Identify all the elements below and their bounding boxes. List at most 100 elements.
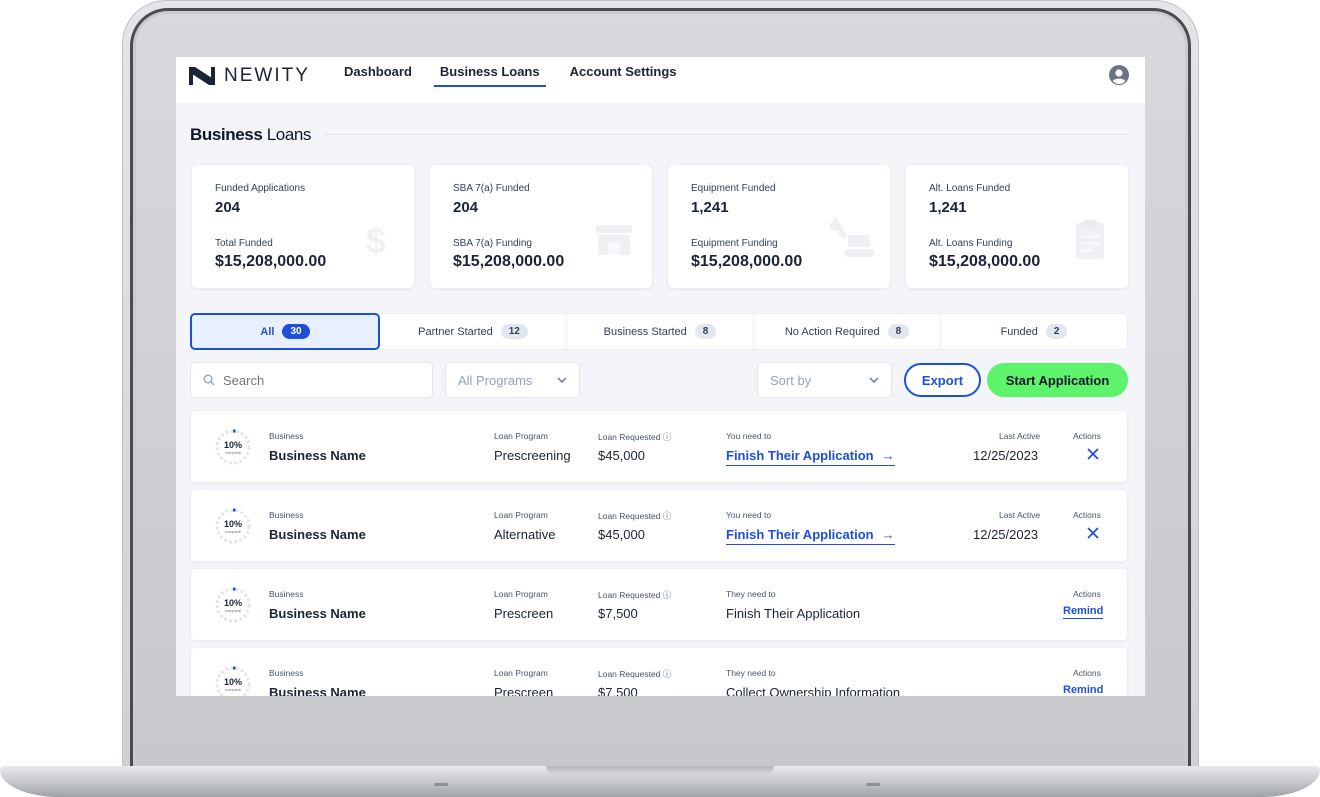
main-nav: Dashboard Business Loans Account Setting… [344, 57, 677, 103]
storefront-icon [596, 225, 632, 255]
info-icon: ⓘ [662, 511, 672, 521]
stat-card-alt-loans: Alt. Loans Funded 1,241 Alt. Loans Fundi… [905, 164, 1129, 289]
brand-logo[interactable]: NEWITY [189, 65, 310, 86]
tab-count-badge: 12 [500, 324, 528, 339]
stat-label: Alt. Loans Funding [929, 238, 1013, 249]
arrow-right-icon: → [881, 448, 895, 463]
tab-partner-started[interactable]: Partner Started 12 [380, 314, 567, 349]
progress-subtext: complete [224, 687, 242, 692]
finish-application-link[interactable]: Finish Their Application → [726, 448, 895, 466]
stat-card-equipment: Equipment Funded 1,241 Equipment Funding… [667, 164, 891, 289]
tab-label: Business Started [603, 325, 687, 338]
tab-count-badge: 8 [694, 324, 717, 339]
col-label-last-active: Last Active [999, 431, 1041, 441]
stat-value: 1,241 [929, 199, 967, 216]
nav-dashboard[interactable]: Dashboard [344, 57, 412, 87]
stat-amount: $15,208,000.00 [215, 253, 327, 270]
col-label-text: Loan Requested [598, 511, 661, 521]
col-label-actions: Actions [1073, 589, 1101, 599]
search-icon [203, 374, 215, 386]
table-row: 10% complete Business Business Name Loan… [190, 568, 1128, 641]
loan-program: Alternative [494, 527, 556, 542]
stat-card-total: Funded Applications 204 Total Funded $15… [191, 164, 415, 289]
start-application-button[interactable]: Start Application [987, 363, 1128, 397]
laptop-notch [546, 766, 774, 775]
programs-select-value: All Programs [458, 372, 533, 388]
col-label-requested: Loan Requested ⓘ [598, 589, 671, 601]
stat-label: Alt. Loans Funded [929, 183, 1011, 194]
table-row: 10% complete Business Business Name Loan… [190, 410, 1128, 483]
tab-count-badge: 8 [887, 324, 910, 339]
col-label-text: Loan Requested [598, 669, 661, 679]
col-label-requested: Loan Requested ⓘ [598, 431, 671, 443]
newity-logo-icon [189, 67, 215, 85]
finish-application-link[interactable]: Finish Their Application → [726, 527, 895, 545]
loan-program: Prescreen [494, 685, 554, 696]
need-label: You need to [726, 510, 772, 520]
stat-value: 204 [453, 199, 479, 216]
business-name: Business Name [269, 685, 366, 696]
col-label-program: Loan Program [494, 510, 548, 520]
tab-no-action-required[interactable]: No Action Required 8 [754, 314, 941, 349]
laptop-foot [866, 783, 880, 786]
clipboard-icon [1076, 220, 1104, 259]
tab-funded[interactable]: Funded 2 [941, 314, 1127, 349]
remind-link[interactable]: Remind [1063, 605, 1104, 619]
top-navbar: NEWITY Dashboard Business Loans Account … [176, 57, 1145, 103]
tab-label: All [260, 325, 275, 338]
nav-business-loans[interactable]: Business Loans [433, 57, 546, 87]
page-title: Business Loans [190, 125, 311, 145]
loan-program: Prescreen [494, 606, 554, 621]
search-box [190, 362, 433, 398]
progress-percent: 10% [223, 519, 242, 529]
export-button[interactable]: Export [904, 363, 981, 397]
need-label: They need to [726, 668, 776, 678]
stat-label: Funded Applications [215, 183, 306, 194]
programs-select[interactable]: All Programs [445, 362, 580, 398]
stat-value: 204 [215, 199, 241, 216]
col-label-program: Loan Program [494, 589, 548, 599]
loan-requested: $7,500 [598, 606, 638, 621]
tab-label: No Action Required [784, 325, 880, 338]
sort-select[interactable]: Sort by [757, 362, 892, 398]
col-label-text: Loan Requested [598, 432, 661, 442]
tab-business-started[interactable]: Business Started 8 [567, 314, 754, 349]
tab-label: Funded [1000, 325, 1038, 338]
close-icon[interactable] [1086, 526, 1100, 540]
laptop-foot [434, 783, 448, 786]
link-text: Finish Their Application [726, 448, 874, 463]
col-label-business: Business [269, 668, 304, 678]
arrow-right-icon: → [881, 527, 895, 542]
user-avatar-icon[interactable] [1109, 65, 1129, 85]
close-icon[interactable] [1086, 447, 1100, 461]
need-value: Finish Their Application [726, 606, 861, 621]
svg-text:$: $ [366, 220, 386, 261]
tab-label: Partner Started [418, 325, 493, 338]
tab-all[interactable]: All 30 [190, 313, 380, 350]
table-row: 10% complete Business Business Name Loan… [190, 647, 1128, 696]
need-label: You need to [726, 431, 772, 441]
loan-requested: $45,000 [598, 527, 645, 542]
stat-amount: $15,208,000.00 [453, 253, 565, 270]
nav-account-settings[interactable]: Account Settings [570, 57, 677, 87]
remind-link[interactable]: Remind [1063, 684, 1103, 696]
business-name: Business Name [269, 606, 366, 621]
stat-label: Total Funded [215, 238, 273, 249]
excavator-icon [830, 217, 874, 257]
col-label-program: Loan Program [494, 431, 548, 441]
search-input[interactable] [223, 372, 413, 388]
app-screen: NEWITY Dashboard Business Loans Account … [176, 57, 1145, 696]
stat-label: SBA 7(a) Funding [453, 238, 532, 249]
business-name: Business Name [269, 448, 366, 463]
status-tabs: All 30 Partner Started 12 Business Start… [190, 313, 1128, 350]
dollar-icon: $ [366, 220, 386, 261]
progress-subtext: complete [224, 529, 242, 534]
col-label-requested: Loan Requested ⓘ [598, 668, 671, 680]
sort-select-value: Sort by [770, 372, 812, 388]
page-title-bold: Business [190, 125, 263, 144]
need-value: Collect Ownership Information [726, 685, 901, 696]
col-label-text: Loan Requested [598, 590, 661, 600]
col-label-requested: Loan Requested ⓘ [598, 510, 671, 522]
col-label-last-active: Last Active [999, 510, 1041, 520]
info-icon: ⓘ [662, 669, 672, 679]
